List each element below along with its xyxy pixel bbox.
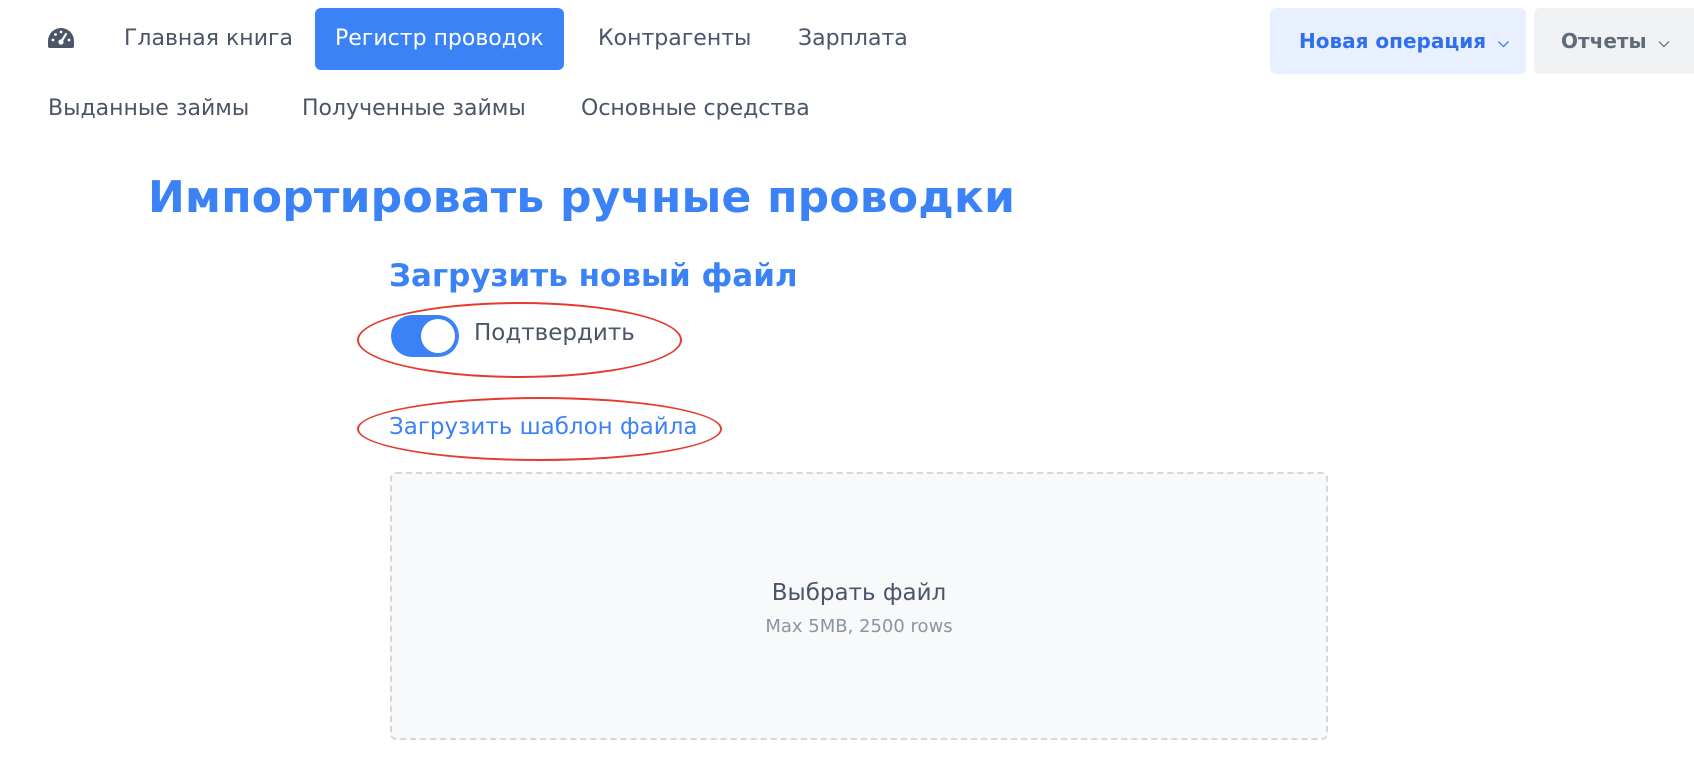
- reports-button[interactable]: Отчеты ⌵: [1534, 8, 1694, 74]
- new-operation-label: Новая операция: [1299, 29, 1487, 53]
- nav-item-counterparties[interactable]: Контрагенты: [598, 8, 751, 70]
- nav-item-general-ledger[interactable]: Главная книга: [124, 8, 293, 70]
- section-title: Загрузить новый файл: [389, 258, 798, 294]
- chevron-down-icon: ⌵: [1498, 34, 1509, 51]
- nav-item-transactions-register[interactable]: Регистр проводок: [315, 8, 564, 70]
- nav-item-fixed-assets[interactable]: Основные средства: [581, 78, 810, 140]
- speedometer-icon[interactable]: [46, 26, 76, 50]
- new-operation-button[interactable]: Новая операция ⌵: [1270, 8, 1526, 74]
- annotation-ellipse: [357, 397, 722, 461]
- annotation-ellipse: [357, 302, 682, 378]
- nav-item-payroll[interactable]: Зарплата: [798, 8, 908, 70]
- nav-item-loans-received[interactable]: Полученные займы: [302, 78, 526, 140]
- chevron-down-icon: ⌵: [1658, 34, 1670, 51]
- nav-item-loans-issued[interactable]: Выданные займы: [48, 78, 249, 140]
- reports-label: Отчеты: [1561, 29, 1647, 53]
- file-dropzone[interactable]: Выбрать файл Max 5MB, 2500 rows: [390, 472, 1328, 740]
- dropzone-subtitle: Max 5MB, 2500 rows: [765, 616, 953, 637]
- page-title: Импортировать ручные проводки: [148, 172, 1016, 223]
- dropzone-title: Выбрать файл: [771, 580, 947, 606]
